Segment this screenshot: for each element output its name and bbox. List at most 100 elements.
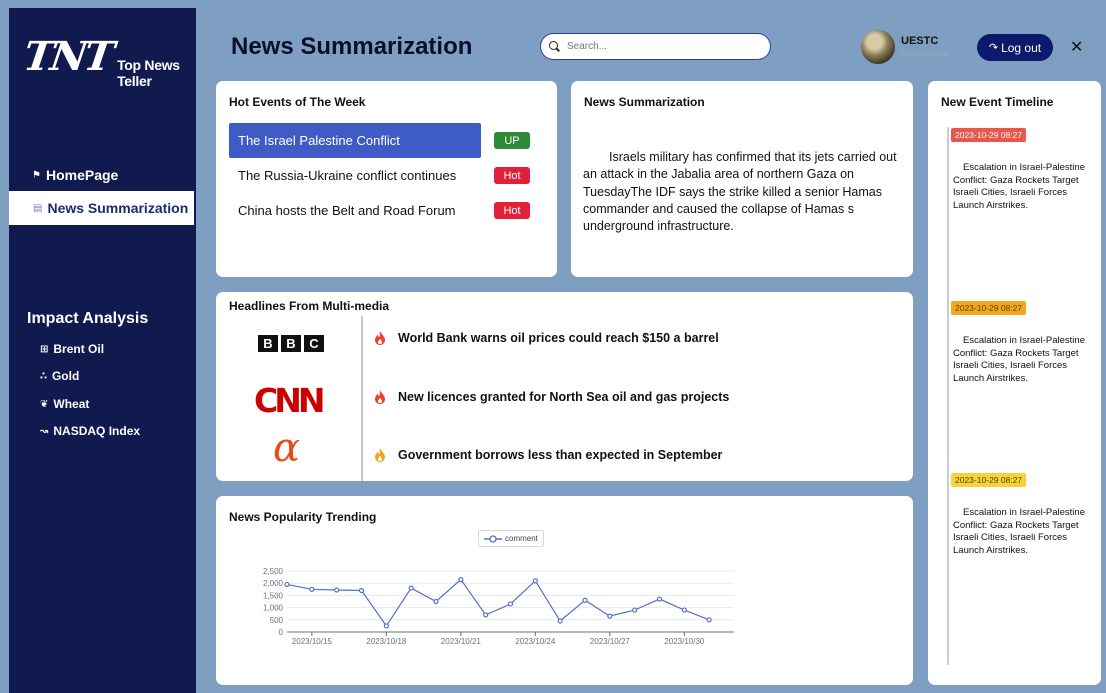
data-point (383, 623, 389, 629)
close-icon[interactable]: ✕ (1070, 37, 1083, 57)
user-role: Administrator (901, 49, 949, 58)
sidebar: TNT Top News Teller ⚑ HomePage ▤ News Su… (9, 8, 196, 693)
card-title: Hot Events of The Week (229, 95, 366, 109)
data-point (632, 607, 638, 613)
series-line-comment (286, 578, 710, 627)
hot-event-item[interactable]: The Russia-Ukraine conflict continues (229, 158, 481, 193)
data-point (433, 598, 439, 605)
hot-event-item[interactable]: The Israel Palestine Conflict (229, 123, 481, 158)
brand-mark: TNT (20, 33, 115, 80)
headline-item[interactable]: New licences granted for North Sea oil a… (374, 390, 729, 404)
alpha-logo[interactable]: α (273, 428, 300, 468)
cnn-logo[interactable]: CNN (254, 381, 325, 420)
impact-analysis-heading: Impact Analysis (27, 310, 149, 327)
x-tick-label: 2023/10/15 (292, 637, 333, 646)
y-tick-label: 500 (270, 616, 284, 625)
brand-name: Top News Teller (117, 57, 180, 89)
sidebar-item-label: NASDAQ Index (53, 424, 141, 438)
fire-icon (375, 448, 385, 462)
sidebar-item-wheat[interactable]: ❦ Wheat (40, 397, 89, 411)
logout-button[interactable]: ↷ Log out (977, 34, 1053, 61)
search-box[interactable] (540, 33, 771, 60)
data-point (334, 587, 340, 593)
card-title: New Event Timeline (941, 95, 1054, 109)
news-summary-card: News Summarization Israels military has … (571, 81, 913, 277)
status-badge: Hot (494, 202, 530, 219)
gold-icon: ∴ (40, 370, 47, 382)
data-point (532, 578, 538, 584)
sidebar-item-homepage[interactable]: ⚑ HomePage (9, 158, 194, 192)
oil-icon: ⊞ (40, 343, 49, 355)
card-title: News Summarization (584, 95, 705, 109)
headline-text: New licences granted for North Sea oil a… (398, 390, 730, 404)
status-badge: UP (494, 132, 530, 149)
timeline-event-text: Escalation in Israel-Palestine Conflict:… (953, 335, 1085, 384)
sidebar-item-news-summarization[interactable]: ▤ News Summarization (9, 191, 194, 225)
hot-event-label: China hosts the Belt and Road Forum (238, 203, 456, 218)
sidebar-item-label: News Summarization (47, 200, 189, 216)
data-point (681, 607, 687, 613)
timeline-date: 2023-10-29 08:27 (951, 128, 1027, 142)
y-tick-label: 1,500 (263, 591, 284, 600)
sidebar-item-label: Brent Oil (53, 342, 105, 356)
headline-text: Government borrows less than expected in… (398, 448, 723, 462)
chart-icon: ↝ (40, 425, 49, 437)
page-title: News Summarization (231, 33, 473, 60)
search-input[interactable] (567, 41, 757, 52)
summary-text: Israels military has confirmed that its … (583, 150, 897, 233)
data-point (458, 576, 464, 583)
data-point (607, 613, 613, 619)
hot-event-item[interactable]: China hosts the Belt and Road Forum (229, 193, 481, 228)
sidebar-item-label: Gold (51, 369, 80, 383)
data-point (557, 618, 563, 624)
headline-text: World Bank warns oil prices could reach … (398, 331, 719, 345)
data-point (408, 585, 414, 591)
data-point (483, 612, 489, 618)
timeline-date: 2023-10-29 08:27 (951, 301, 1027, 315)
logo-letter: C (304, 335, 324, 352)
data-point (284, 581, 290, 588)
home-icon: ⚑ (32, 169, 41, 181)
divider (361, 316, 363, 481)
data-point (656, 596, 663, 602)
wheat-icon: ❦ (40, 398, 49, 410)
card-title: Headlines From Multi-media (229, 299, 390, 313)
brand-logo[interactable]: TNT Top News Teller (20, 33, 196, 89)
hot-events-card: Hot Events of The Week The Israel Palest… (216, 81, 557, 277)
data-point (309, 586, 315, 592)
headlines-card: Headlines From Multi-media B B C CNN α W… (216, 292, 913, 481)
x-tick-label: 2023/10/24 (515, 637, 556, 646)
y-tick-label: 0 (279, 628, 284, 637)
logo-letter: B (258, 335, 278, 352)
sidebar-item-gold[interactable]: ∴ Gold (40, 369, 79, 383)
x-tick-label: 2023/10/27 (590, 637, 631, 646)
headline-item[interactable]: Government borrows less than expected in… (374, 448, 722, 462)
sidebar-item-label: HomePage (45, 167, 119, 183)
fire-icon (375, 331, 385, 345)
hot-event-label: The Israel Palestine Conflict (238, 133, 400, 148)
timeline-event-text: Escalation in Israel-Palestine Conflict:… (953, 162, 1085, 211)
fire-icon (375, 390, 385, 404)
user-name: UESTC (901, 35, 939, 47)
line-chart: 0 500 1,000 1,500 2,000 2,500 2023/10/15 2023/1… (263, 567, 734, 646)
headline-item[interactable]: World Bank warns oil prices could reach … (374, 331, 719, 345)
timeline-event-text: Escalation in Israel-Palestine Conflict:… (953, 507, 1085, 556)
logo-letter: B (281, 335, 301, 352)
logout-label: Log out (1001, 40, 1042, 55)
avatar[interactable] (861, 30, 895, 64)
data-point (358, 587, 365, 594)
logout-icon: ↷ (988, 42, 999, 54)
y-tick-label: 2,000 (263, 579, 284, 588)
x-tick-label: 2023/10/18 (366, 637, 407, 646)
x-tick-label: 2023/10/21 (441, 637, 482, 646)
bbc-logo[interactable]: B B C (258, 335, 324, 352)
y-tick-label: 2,500 (263, 567, 284, 576)
timeline-line (947, 127, 949, 665)
y-tick-label: 1,000 (263, 604, 284, 613)
popularity-trend-card: News Popularity Trending comment 0 500 1,0… (216, 496, 913, 685)
timeline-date: 2023-10-29 08:27 (951, 473, 1027, 487)
sidebar-item-nasdaq-index[interactable]: ↝ NASDAQ Index (40, 424, 140, 438)
document-icon: ▤ (33, 202, 43, 214)
sidebar-item-brent-oil[interactable]: ⊞ Brent Oil (40, 342, 104, 356)
x-tick-label: 2023/10/30 (664, 637, 705, 646)
